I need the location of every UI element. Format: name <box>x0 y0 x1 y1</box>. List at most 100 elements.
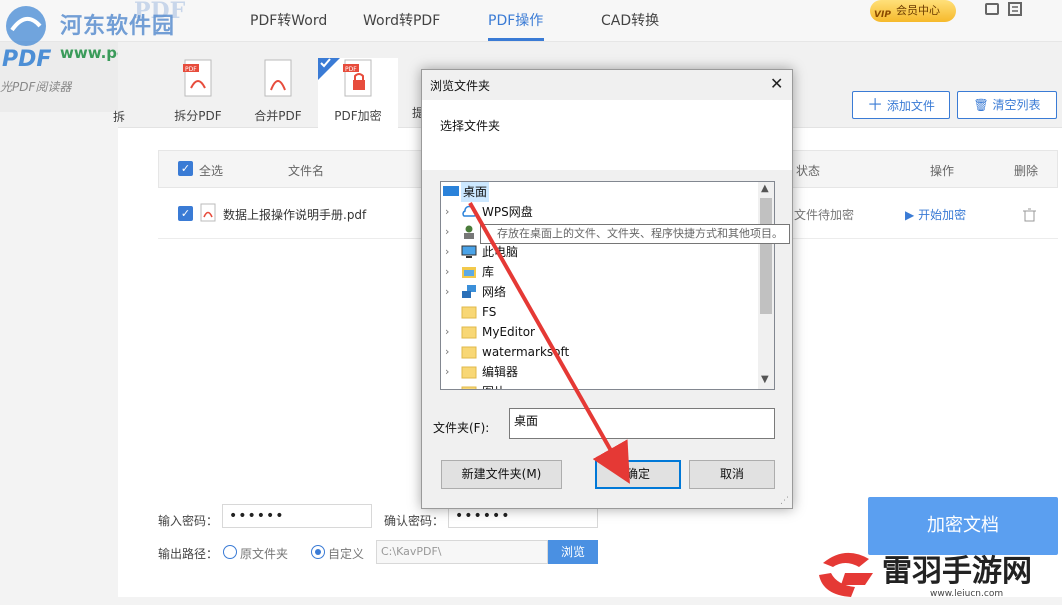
svg-text:PDF: PDF <box>185 66 197 73</box>
header-filename: 文件名 <box>288 164 325 178</box>
chevron-right-icon: › <box>445 345 450 358</box>
password-input[interactable]: •••••• <box>222 504 372 528</box>
password-label: 输入密码： <box>158 514 219 528</box>
row-status: 文件待加密 <box>794 208 855 222</box>
tool-label: 合并PDF <box>254 109 302 123</box>
svg-text:PDF: PDF <box>345 66 357 73</box>
tree-item-desktop[interactable]: 桌面 <box>441 182 759 202</box>
header-select-all: 全选 <box>199 164 224 178</box>
radio-custom[interactable] <box>311 545 325 559</box>
tool-split-pdf[interactable]: PDF 拆分PDF <box>163 58 233 124</box>
sidebar-app-title: 光PDF阅读器 <box>0 80 72 94</box>
vip-center-label: 会员中心 <box>896 4 940 17</box>
tree-item-editor[interactable]: › 编辑器 <box>441 362 759 382</box>
tool-label: PDF加密 <box>334 109 382 123</box>
tree-item-watermarksoft[interactable]: › watermarksoft <box>441 342 759 362</box>
folder-tree[interactable]: 桌面 › WPS网盘 › pc › 此电脑 › 库 › 网络 FS › MyEd… <box>440 181 775 390</box>
chevron-right-icon: › <box>445 205 450 218</box>
tree-item-myeditor[interactable]: › MyEditor <box>441 322 759 342</box>
brand-name: 雷羽手游网 <box>882 554 1032 589</box>
new-folder-button[interactable]: 新建文件夹(M) <box>441 460 562 489</box>
folder-icon <box>461 306 477 319</box>
row-filename: 数据上报操作说明手册.pdf <box>223 208 367 222</box>
watermark-logo-icon: PDF <box>2 6 51 70</box>
chevron-right-icon: › <box>445 225 450 238</box>
encrypt-pdf-icon: PDF <box>343 59 372 97</box>
nav-cad-convert[interactable]: CAD转换 <box>601 10 659 30</box>
user-icon <box>464 225 474 239</box>
folder-field-label: 文件夹(F): <box>433 421 490 435</box>
split-pdf-icon: PDF <box>183 59 212 97</box>
tree-item-pictures[interactable]: › 图片 <box>441 382 759 389</box>
dialog-body <box>422 100 792 170</box>
chevron-right-icon: › <box>445 265 450 278</box>
resize-grip-icon[interactable]: ⋰ <box>780 496 789 506</box>
browse-button[interactable]: 浏览 <box>548 540 598 564</box>
dialog-subtitle: 选择文件夹 <box>440 119 501 133</box>
row-checkbox[interactable]: ✓ <box>178 206 193 221</box>
user-icon[interactable] <box>985 3 999 15</box>
folder-icon <box>461 386 477 389</box>
menu-icon[interactable] <box>1008 2 1022 16</box>
clear-list-button[interactable]: 🗑 清空列表 <box>957 91 1057 119</box>
dialog-close-icon[interactable]: ✕ <box>770 74 783 93</box>
folder-icon <box>461 346 477 359</box>
tree-item-network[interactable]: › 网络 <box>441 282 759 302</box>
computer-icon <box>461 245 477 258</box>
library-icon <box>462 267 476 278</box>
header-operation: 操作 <box>930 164 955 178</box>
folder-field-input[interactable]: 桌面 <box>509 408 775 439</box>
merge-pdf-icon <box>264 59 292 97</box>
network-icon <box>462 285 476 298</box>
trash-icon: 🗑 <box>973 98 989 112</box>
scroll-down-icon[interactable]: ▼ <box>761 374 769 385</box>
radio-original-folder[interactable] <box>223 545 237 559</box>
radio-original-label: 原文件夹 <box>240 547 289 561</box>
scrollbar-thumb[interactable] <box>760 198 772 314</box>
brand-logo-icon <box>819 552 873 597</box>
dialog-title: 浏览文件夹 <box>430 79 491 93</box>
svg-text:PDF: PDF <box>2 47 51 70</box>
delete-row-icon[interactable] <box>1023 208 1036 222</box>
nav-active-underline <box>488 38 544 41</box>
tree-item-fs[interactable]: FS <box>441 302 759 322</box>
cloud-icon <box>462 205 477 217</box>
confirm-password-label: 确认密码： <box>384 514 445 528</box>
brand-url: www.leiucn.com <box>930 589 1004 599</box>
folder-icon <box>461 366 477 379</box>
select-all-checkbox[interactable]: ✓ <box>178 161 193 176</box>
sidebar-truncated-label: 拆 <box>113 110 126 124</box>
header-status: 状态 <box>796 164 821 178</box>
chevron-right-icon: › <box>445 382 449 389</box>
start-encrypt-link[interactable]: ▶ 开始加密 <box>905 206 966 223</box>
folder-icon <box>461 326 477 339</box>
vip-tag: VIP <box>874 10 891 20</box>
desktop-tooltip: 存放在桌面上的文件、文件夹、程序快捷方式和其他项目。 <box>480 224 790 244</box>
header-delete: 删除 <box>1014 164 1039 178</box>
tool-encrypt-pdf[interactable]: PDF PDF加密 <box>323 58 393 124</box>
output-path-input[interactable]: C:\KavPDF\ <box>376 540 548 564</box>
tree-item-this-pc[interactable]: › 此电脑 <box>441 242 759 262</box>
play-icon: ▶ <box>905 208 915 222</box>
chevron-right-icon: › <box>445 325 450 338</box>
chevron-right-icon: › <box>445 285 450 298</box>
output-path-label: 输出路径： <box>158 547 219 561</box>
add-file-button[interactable]: ＋ 添加文件 <box>852 91 950 119</box>
desktop-icon <box>443 186 459 196</box>
radio-custom-label: 自定义 <box>328 547 365 561</box>
vip-center-button[interactable]: VIP 会员中心 <box>870 0 956 22</box>
tree-item-library[interactable]: › 库 <box>441 262 759 282</box>
tool-label: 拆分PDF <box>174 109 222 123</box>
tree-item-wps-cloud[interactable]: › WPS网盘 <box>441 202 759 222</box>
tool-merge-pdf[interactable]: 合并PDF <box>243 58 313 124</box>
plus-icon: ＋ <box>867 95 884 114</box>
chevron-right-icon: › <box>445 365 450 378</box>
chevron-right-icon: › <box>445 245 450 258</box>
nav-word-to-pdf[interactable]: Word转PDF <box>363 10 440 30</box>
watermark-site-name: 河东软件园 <box>60 14 176 39</box>
dialog-ok-button[interactable]: 确定 <box>595 460 681 489</box>
scroll-up-icon[interactable]: ▲ <box>761 183 769 194</box>
nav-pdf-operations[interactable]: PDF操作 <box>488 10 543 30</box>
dialog-cancel-button[interactable]: 取消 <box>689 460 775 489</box>
nav-pdf-to-word[interactable]: PDF转Word <box>250 10 327 30</box>
